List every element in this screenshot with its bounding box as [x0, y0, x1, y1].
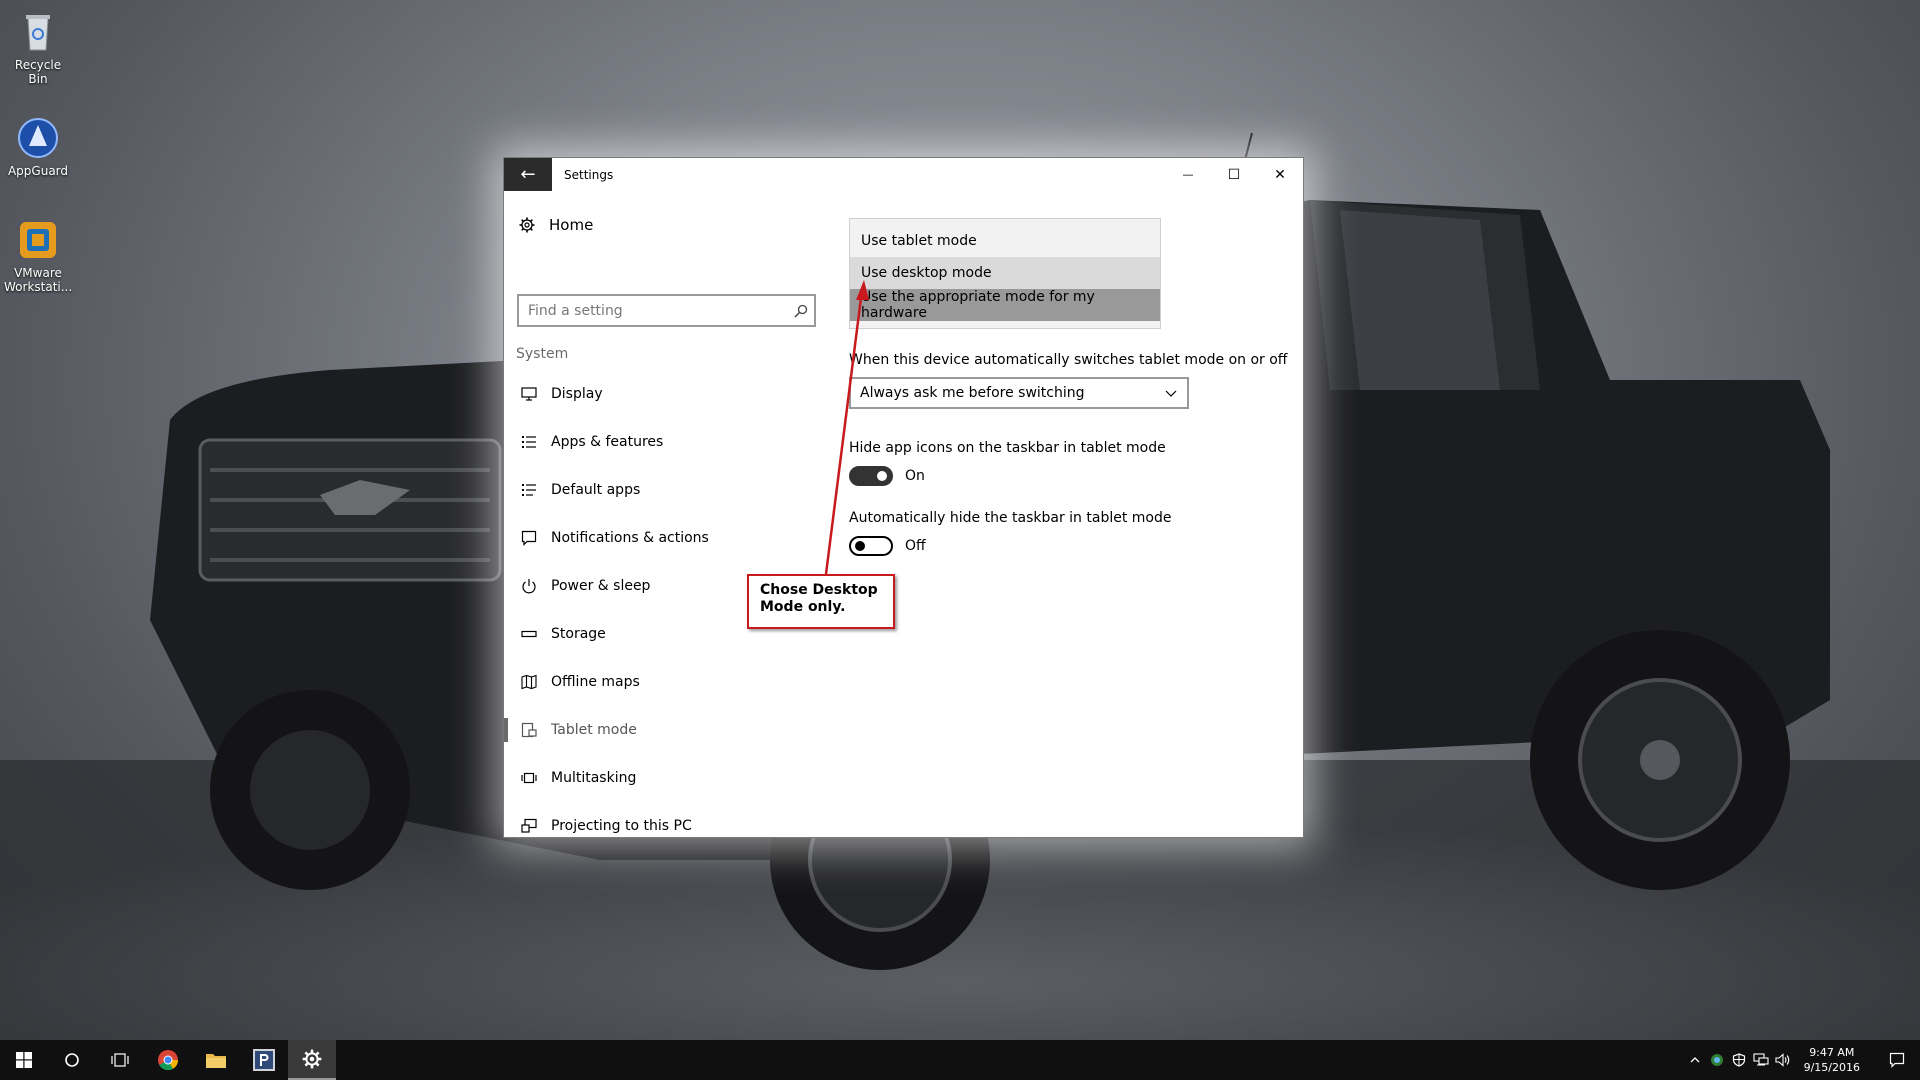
sidebar-item-display[interactable]: Display [504, 370, 844, 418]
taskbar-file-explorer[interactable] [192, 1040, 240, 1080]
show-hidden-icons-button[interactable] [1684, 1040, 1706, 1080]
start-button[interactable] [0, 1040, 48, 1080]
search-input[interactable] [528, 302, 788, 319]
shield-icon [1732, 1053, 1745, 1067]
apps-list-icon [522, 436, 536, 448]
storage-icon [521, 630, 537, 638]
toggle-knob [877, 471, 887, 481]
globe-shield-icon [1710, 1054, 1723, 1066]
windows-logo-icon [16, 1052, 32, 1068]
power-icon [522, 579, 536, 594]
project-icon [521, 818, 537, 833]
system-tray: 9:47 AM 9/15/2016 [1684, 1040, 1920, 1080]
switch-behavior-value: Always ask me before switching [860, 385, 1085, 401]
callout-line-1: Chose Desktop [760, 582, 878, 598]
chevron-down-icon [1165, 390, 1177, 397]
action-center-button[interactable] [1874, 1040, 1920, 1080]
back-button[interactable]: ← [504, 158, 552, 191]
settings-window: ← Settings — ☐ ✕ Home System Display App… [503, 157, 1304, 838]
maximize-icon: ☐ [1227, 166, 1241, 183]
recycle-bin-icon [16, 10, 60, 54]
taskbar-p-app[interactable] [240, 1040, 288, 1080]
switch-behavior-label: When this device automatically switches … [849, 352, 1288, 368]
tray-defender[interactable] [1728, 1040, 1750, 1080]
tray-app-icon[interactable] [1706, 1040, 1728, 1080]
hide-app-icons-toggle[interactable] [849, 466, 893, 486]
sidebar-item-default-apps[interactable]: Default apps [504, 466, 844, 514]
sidebar-item-offline-maps[interactable]: Offline maps [504, 658, 844, 706]
home-label: Home [549, 216, 594, 234]
taskbar-chrome[interactable] [144, 1040, 192, 1080]
taskbar: 9:47 AM 9/15/2016 [0, 1040, 1920, 1080]
appguard-icon [16, 116, 60, 160]
sidebar-item-tablet-mode[interactable]: Tablet mode [504, 706, 844, 754]
signin-mode-dropdown-list: Use tablet mode Use desktop mode Use the… [849, 218, 1161, 329]
cortana-circle-icon [65, 1053, 79, 1067]
maximize-button[interactable]: ☐ [1211, 158, 1257, 191]
chevron-up-icon [1690, 1057, 1700, 1063]
task-view-icon [111, 1053, 129, 1067]
speaker-icon [1775, 1053, 1789, 1067]
task-view-button[interactable] [96, 1040, 144, 1080]
multitasking-icon [521, 772, 537, 784]
minimize-icon: — [1182, 168, 1194, 181]
clock-date: 9/15/2016 [1803, 1061, 1860, 1074]
taskbar-settings[interactable] [288, 1040, 336, 1080]
auto-hide-taskbar-label: Automatically hide the taskbar in tablet… [849, 510, 1172, 526]
clock[interactable]: 9:47 AM 9/15/2016 [1804, 1045, 1860, 1075]
tablet-icon [521, 722, 537, 738]
network-icon [1753, 1053, 1769, 1066]
gear-icon [519, 217, 535, 233]
option-use-tablet-mode[interactable]: Use tablet mode [850, 225, 1160, 257]
default-apps-icon [522, 484, 536, 496]
search-box[interactable] [517, 294, 816, 327]
tray-volume[interactable] [1772, 1040, 1794, 1080]
desktop-icon-recycle-bin[interactable]: Recycle Bin [4, 10, 72, 86]
desktop-icon-vmware[interactable]: VMware Workstati... [4, 218, 72, 294]
title-bar: ← Settings — ☐ ✕ [504, 158, 1303, 191]
switch-behavior-select[interactable]: Always ask me before switching [849, 377, 1189, 409]
sidebar-item-projecting[interactable]: Projecting to this PC [504, 802, 844, 850]
hide-app-icons-state: On [905, 468, 925, 484]
window-title: Settings [564, 167, 614, 182]
cortana-button[interactable] [48, 1040, 96, 1080]
auto-hide-taskbar-state: Off [905, 538, 926, 554]
vmware-icon [16, 218, 60, 262]
callout-line-2: Mode only. [760, 599, 846, 615]
search-icon[interactable] [788, 304, 814, 318]
display-icon [521, 387, 537, 401]
auto-hide-taskbar-toggle[interactable] [849, 536, 893, 556]
clock-time: 9:47 AM [1809, 1046, 1855, 1059]
hide-app-icons-label: Hide app icons on the taskbar in tablet … [849, 440, 1166, 456]
folder-icon [206, 1054, 226, 1068]
section-label-system: System [516, 346, 569, 362]
option-use-desktop-mode[interactable]: Use desktop mode [850, 257, 1160, 289]
annotation-callout: Chose Desktop Mode only. [747, 574, 895, 629]
hide-app-icons-toggle-row: On [849, 466, 925, 486]
close-icon: ✕ [1274, 166, 1286, 183]
sidebar-item-notifications[interactable]: Notifications & actions [504, 514, 844, 562]
desktop-icon-appguard[interactable]: AppGuard [4, 116, 72, 178]
map-icon [521, 674, 537, 690]
minimize-button[interactable]: — [1165, 158, 1211, 191]
p-app-icon [253, 1049, 275, 1071]
home-link[interactable]: Home [519, 216, 593, 234]
close-button[interactable]: ✕ [1257, 158, 1303, 191]
sidebar-item-multitasking[interactable]: Multitasking [504, 754, 844, 802]
back-arrow-icon: ← [520, 164, 536, 185]
settings-sidebar: Home System Display Apps & features Defa… [504, 191, 844, 837]
gear-icon [302, 1049, 322, 1069]
toggle-knob [855, 541, 865, 551]
action-center-icon [1889, 1052, 1905, 1068]
tray-network[interactable] [1750, 1040, 1772, 1080]
notification-icon [521, 530, 537, 546]
sidebar-item-apps-features[interactable]: Apps & features [504, 418, 844, 466]
chrome-icon [158, 1050, 179, 1071]
option-appropriate-mode[interactable]: Use the appropriate mode for my hardware [850, 289, 1160, 321]
auto-hide-taskbar-toggle-row: Off [849, 536, 926, 556]
